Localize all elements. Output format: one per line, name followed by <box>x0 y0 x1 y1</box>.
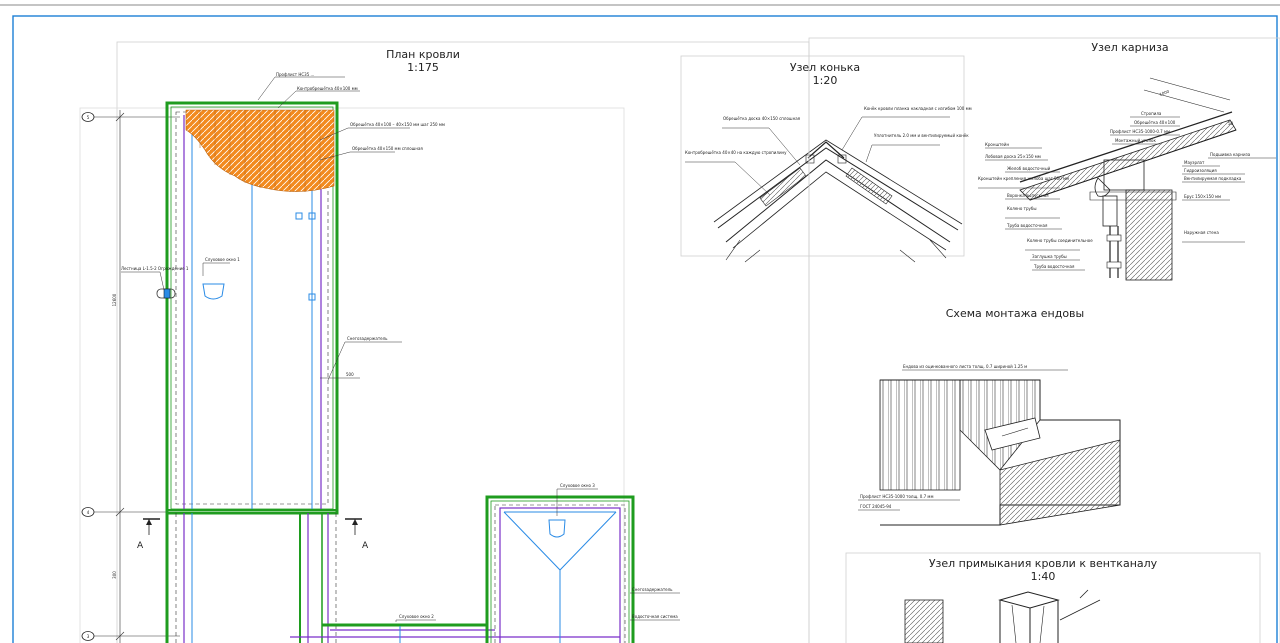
plan-main-roof <box>165 101 339 515</box>
eave-label-8: Кронштейн крепления желоба шаг 500 мм <box>978 176 1069 181</box>
eave-label-12: Колено трубы соединительное <box>1027 238 1093 243</box>
valley-detail <box>879 379 1121 526</box>
plan-lower-roof <box>165 495 635 643</box>
eave-label-4: Монтажный уголок <box>1115 138 1156 143</box>
ridge-label-1: Обрешётка доска 40×150 сплошная <box>723 116 801 121</box>
eave-label-3: Профлист НС35-1000-0.7 мм <box>1110 129 1170 134</box>
section-label-right: А <box>362 541 369 551</box>
eave-label-16: Мауэрлат <box>1184 160 1205 165</box>
eave-label-19: Брус 150×150 мм <box>1184 194 1221 199</box>
valley-label-1: Ендова из оцинкованного листа толщ. 0.7 … <box>903 364 1027 369</box>
axis-marker-5: 5 <box>81 112 95 122</box>
label-rafters-2: Обрешётка 40×150 мм сплошная <box>352 146 423 151</box>
label-dormer-1: Слуховое окно 1 <box>205 257 240 262</box>
drawing-canvas: План кровли 1:175 5 4 3 12600 300 Слухов… <box>0 4 1280 643</box>
eave-label-10: Колено трубы <box>1007 206 1037 211</box>
eave-title: Узел карниза <box>1091 41 1168 54</box>
eave-dim-b: 50 <box>1228 121 1234 126</box>
eave-label-14: Труба водосточная <box>1033 264 1075 269</box>
axis-label-4: 4 <box>87 510 90 515</box>
ridge-detail <box>713 139 963 263</box>
axis-label-3: 3 <box>87 634 90 639</box>
label-snow-retainer-2: Снегозадержатель <box>632 587 673 592</box>
dimension-vertical-value: 12600 <box>112 293 117 306</box>
ridge-title: Узел конька <box>790 61 860 74</box>
label-gutter-system: Водосточная система <box>632 614 678 619</box>
eave-label-7: Желоб водосточный <box>1007 166 1051 171</box>
ridge-scale: 1:20 <box>813 74 838 87</box>
valley-label-3: ГОСТ 24045-94 <box>860 504 892 509</box>
eave-label-2: Обрешётка 40×100 <box>1134 120 1176 125</box>
plan-title: План кровли <box>386 48 460 61</box>
ridge-label-3: Конёк кровли планка накладная с изгибом … <box>864 106 972 111</box>
section-mark-right: А <box>345 518 369 551</box>
eave-labels-right: Подшивка карниза Мауэрлат Гидроизоляция … <box>1182 152 1276 243</box>
dimension-small-value: 300 <box>112 571 117 579</box>
vent-square-1 <box>295 212 303 220</box>
label-battens: Контробрешётка 40×100 мм <box>297 86 358 91</box>
label-ladder-line1: Лестница L-1.5-2 Ограждение 1 <box>121 266 189 271</box>
vent-detail <box>904 589 1101 643</box>
axis-label-5: 5 <box>87 115 90 120</box>
label-dim-500: 500 <box>346 372 354 377</box>
ladder-symbol <box>156 288 176 299</box>
section-label-left: А <box>137 541 144 551</box>
eave-label-5: Кронштейн <box>985 142 1009 147</box>
plan-scale: 1:175 <box>407 61 439 74</box>
label-snow-retainer: Снегозадержатель <box>347 336 388 341</box>
label-dormer-2: Слуховое окно 2 <box>399 614 434 619</box>
eave-label-1: Стропила <box>1141 111 1162 116</box>
eave-label-17: Гидроизоляция <box>1184 168 1217 173</box>
ridge-label-2: Контробрешётка 40×40 на каждую стропилин… <box>685 150 787 155</box>
vent-title: Узел примыкания кровли к вентканалу <box>929 557 1158 570</box>
eave-label-15: Подшивка карниза <box>1210 152 1251 157</box>
label-profile: Профлист НС35 ... <box>276 72 314 77</box>
eave-label-6: Лобовая доска 25×150 мм <box>985 154 1041 159</box>
valley-title: Схема монтажа ендовы <box>946 307 1084 320</box>
label-dormer-3: Слуховое окно 3 <box>560 483 595 488</box>
eave-label-11: Труба водосточная <box>1006 223 1048 228</box>
dormer-1-symbol <box>202 283 225 300</box>
ridge-label-4: Уплотнитель 2.0 мм и вентилируемый конёк <box>874 133 969 138</box>
valley-label-2: Профлист НС35-1000 толщ. 0.7 мм <box>860 494 933 499</box>
axis-marker-4: 4 <box>81 507 95 517</box>
label-rafters-1: Обрешётка 40×100 – 40×150 мм шаг 250 мм <box>350 122 445 127</box>
dormer-3-symbol <box>548 519 566 538</box>
section-mark-left: А <box>137 518 160 551</box>
eave-label-9: Воронка выпускная <box>1007 193 1049 198</box>
vent-scale: 1:40 <box>1031 570 1056 583</box>
axis-marker-3: 3 <box>81 631 95 641</box>
eave-label-20: Наружная стена <box>1184 230 1219 235</box>
eave-label-18: Вентилируемая подкладка <box>1184 176 1242 181</box>
eave-label-13: Заглушка трубы <box>1032 254 1067 259</box>
